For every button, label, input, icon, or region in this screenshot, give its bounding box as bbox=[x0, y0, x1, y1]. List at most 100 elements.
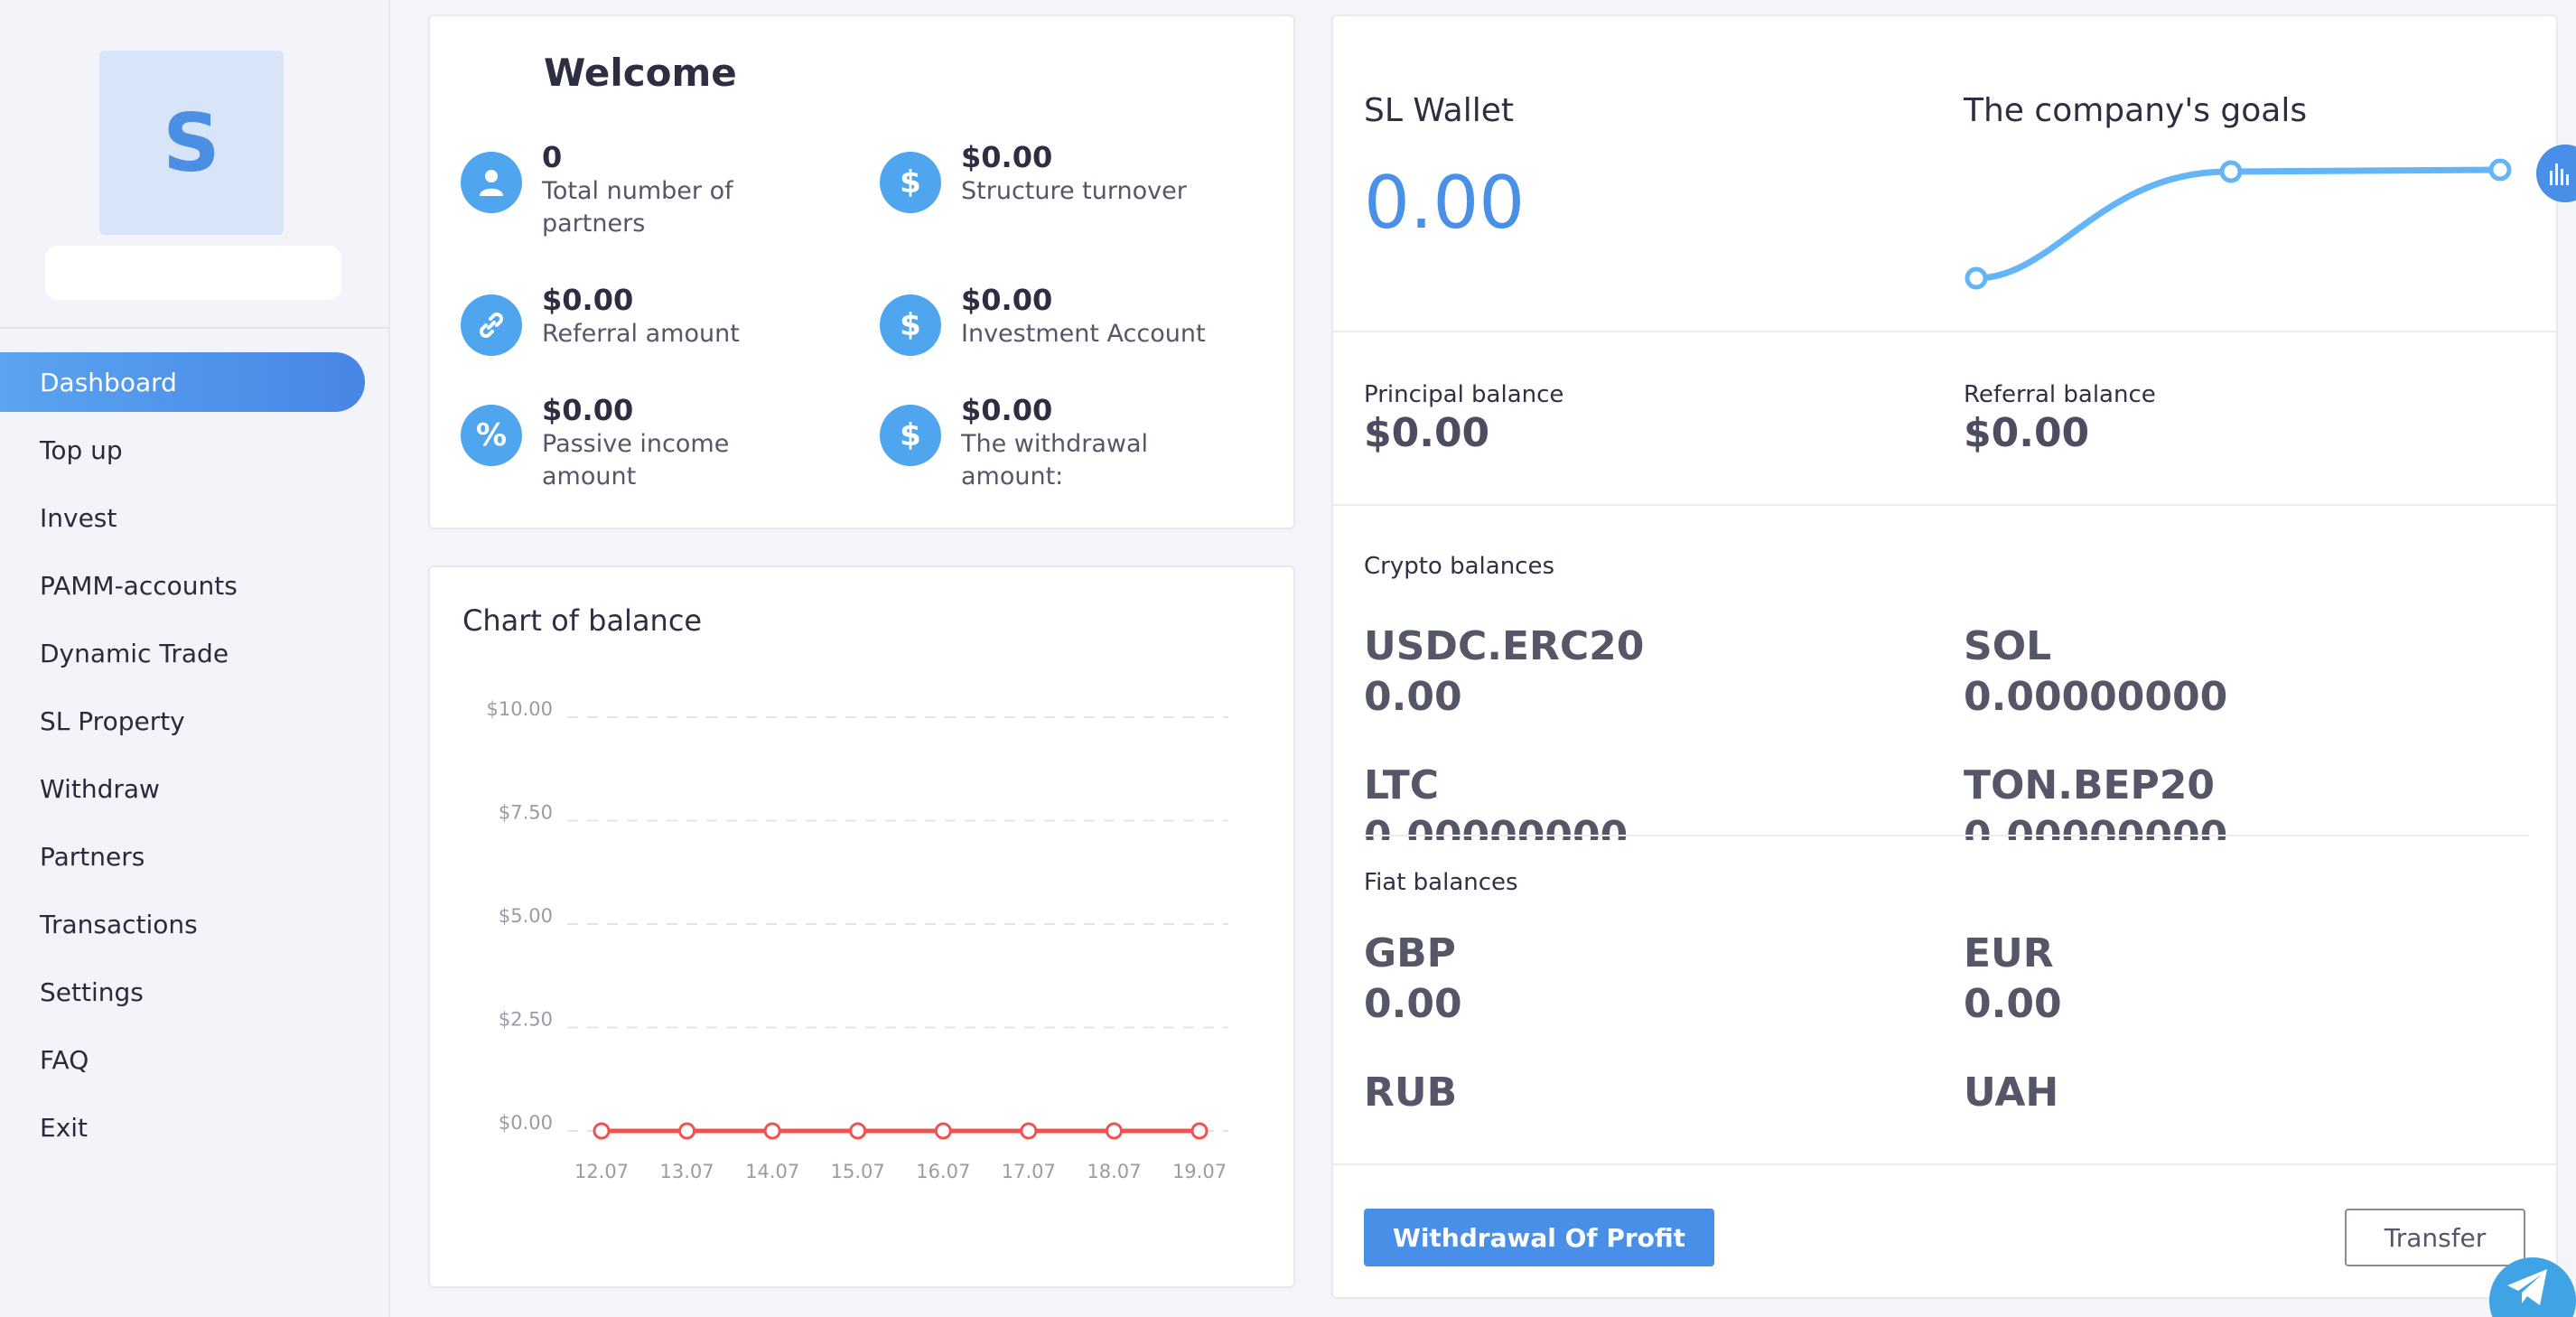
balance-chart: $0.00 $2.50 $5.00 $7.50 $10.00 12.07 13.07 14.0… bbox=[487, 698, 1228, 1182]
y-tick-label: $2.50 bbox=[499, 1009, 553, 1031]
transfer-button[interactable]: Transfer bbox=[2345, 1209, 2525, 1266]
principal-balance-label: Principal balance bbox=[1364, 381, 1564, 408]
sidebar-item-invest[interactable]: Invest bbox=[0, 488, 390, 547]
currency-name: RUB bbox=[1364, 1069, 1458, 1116]
currency-name: EUR bbox=[1964, 930, 2054, 976]
divider bbox=[1333, 331, 2556, 332]
currency-value: 0.00 bbox=[1364, 981, 1462, 1027]
sidebar-item-settings[interactable]: Settings bbox=[0, 962, 390, 1022]
currency-value: 0.00 bbox=[1364, 674, 1462, 720]
goals-line bbox=[1973, 166, 2504, 282]
wallet-title: SL Wallet bbox=[1364, 92, 1514, 129]
stat-label: Investment Account bbox=[961, 320, 1206, 348]
currency-value: 0.00000000 bbox=[1964, 674, 2228, 720]
referral-balance-label: Referral balance bbox=[1964, 381, 2156, 408]
withdrawal-of-profit-button[interactable]: Withdrawal Of Profit bbox=[1364, 1209, 1714, 1266]
stat-total-partners: 0 Total number of partners bbox=[461, 139, 804, 240]
stat-structure-turnover: $ $0.00 Structure turnover bbox=[880, 139, 1223, 213]
dollar-icon: $ bbox=[880, 405, 941, 466]
stat-label: Total number of partners bbox=[542, 177, 733, 238]
dollar-icon: $ bbox=[880, 294, 941, 356]
x-tick-label: 14.07 bbox=[745, 1161, 799, 1182]
goals-chart bbox=[1965, 158, 2512, 290]
sidebar-item-pamm-accounts[interactable]: PAMM-accounts bbox=[0, 556, 390, 615]
wallet-balance: 0.00 bbox=[1364, 161, 1526, 245]
y-tick-label: $5.00 bbox=[499, 905, 553, 927]
sidebar-item-top-up[interactable]: Top up bbox=[0, 420, 390, 480]
sidebar-item-withdraw[interactable]: Withdraw bbox=[0, 759, 390, 818]
percent-icon: % bbox=[461, 405, 522, 466]
referral-balance-value: $0.00 bbox=[1964, 410, 2090, 456]
sidebar-item-dynamic-trade[interactable]: Dynamic Trade bbox=[0, 623, 390, 683]
data-point bbox=[934, 1122, 952, 1140]
sidebar-item-sl-property[interactable]: SL Property bbox=[0, 691, 390, 751]
x-tick-label: 17.07 bbox=[1002, 1161, 1056, 1182]
currency-name: GBP bbox=[1364, 930, 1456, 976]
data-point bbox=[678, 1122, 696, 1140]
dollar-icon: $ bbox=[880, 152, 941, 213]
data-point bbox=[1190, 1122, 1209, 1140]
stat-withdrawal-amount: $ $0.00 The withdrawal amount: bbox=[880, 392, 1223, 493]
stat-value: $0.00 bbox=[961, 283, 1053, 317]
balance-chart-card: Chart of balance $0.00 $2.50 $5.00 $7.50 $10… bbox=[428, 565, 1295, 1288]
stat-value: $0.00 bbox=[961, 393, 1053, 427]
x-tick-label: 12.07 bbox=[574, 1161, 629, 1182]
stat-value: $0.00 bbox=[961, 140, 1053, 174]
sidebar-item-faq[interactable]: FAQ bbox=[0, 1030, 390, 1089]
goals-point bbox=[2219, 160, 2243, 183]
goals-title: The company's goals bbox=[1964, 92, 2308, 129]
telegram-icon bbox=[2507, 1269, 2547, 1305]
stat-referral-amount: $0.00 Referral amount bbox=[461, 282, 804, 356]
link-icon bbox=[461, 294, 522, 356]
currency-name: LTC bbox=[1364, 762, 1440, 808]
welcome-title: Welcome bbox=[544, 51, 737, 95]
stat-label: The withdrawal amount: bbox=[961, 430, 1148, 490]
crypto-balances-list[interactable]: USDC.ERC20 0.00 SOL 0.00000000 LTC 0.000… bbox=[1333, 603, 2556, 840]
currency-value: 0.00 bbox=[1964, 981, 2062, 1027]
sidebar-nav: Dashboard Top up Invest PAMM-accounts Dy… bbox=[0, 352, 390, 1165]
currency-name: SOL bbox=[1964, 623, 2052, 669]
user-icon bbox=[461, 152, 522, 213]
y-tick-label: $0.00 bbox=[499, 1112, 553, 1134]
bar-chart-icon bbox=[2550, 163, 2569, 185]
sidebar-item-exit[interactable]: Exit bbox=[0, 1098, 390, 1157]
y-tick-label: $10.00 bbox=[487, 698, 553, 720]
currency-name: USDC.ERC20 bbox=[1364, 623, 1645, 669]
divider bbox=[1333, 1163, 2556, 1165]
x-tick-label: 13.07 bbox=[660, 1161, 714, 1182]
fiat-balances-title: Fiat balances bbox=[1364, 869, 1518, 896]
wallet-card: SL Wallet 0.00 The company's goals Princ… bbox=[1331, 14, 2558, 1299]
y-tick-label: $7.50 bbox=[499, 802, 553, 824]
data-point bbox=[849, 1122, 867, 1140]
currency-name: TON.BEP20 bbox=[1964, 762, 2216, 808]
username-box bbox=[45, 246, 341, 300]
stat-investment-account: $ $0.00 Investment Account bbox=[880, 282, 1223, 356]
stat-label: Structure turnover bbox=[961, 177, 1187, 205]
stat-label: Referral amount bbox=[542, 320, 740, 348]
currency-name: UAH bbox=[1964, 1069, 2059, 1116]
x-tick-label: 15.07 bbox=[831, 1161, 885, 1182]
data-point bbox=[1105, 1122, 1123, 1140]
goals-point bbox=[1965, 266, 1988, 290]
sidebar-divider bbox=[0, 327, 390, 329]
x-tick-label: 16.07 bbox=[916, 1161, 970, 1182]
divider bbox=[1364, 835, 2529, 836]
stat-value: 0 bbox=[542, 140, 563, 174]
divider bbox=[1333, 504, 2556, 506]
sidebar-item-transactions[interactable]: Transactions bbox=[0, 894, 390, 954]
stat-value: $0.00 bbox=[542, 393, 634, 427]
data-point bbox=[593, 1122, 611, 1140]
stat-passive-income: % $0.00 Passive income amount bbox=[461, 392, 804, 493]
sidebar: S Dashboard Top up Invest PAMM-accounts … bbox=[0, 0, 390, 1317]
stat-value: $0.00 bbox=[542, 283, 634, 317]
x-tick-label: 19.07 bbox=[1172, 1161, 1227, 1182]
data-point bbox=[1020, 1122, 1038, 1140]
avatar[interactable]: S bbox=[99, 51, 284, 235]
stat-label: Passive income amount bbox=[542, 430, 730, 490]
goals-point bbox=[2488, 158, 2512, 182]
x-tick-label: 18.07 bbox=[1087, 1161, 1141, 1182]
welcome-card: Welcome 0 Total number of partners $ $0.… bbox=[428, 14, 1295, 529]
sidebar-item-partners[interactable]: Partners bbox=[0, 827, 390, 886]
sidebar-item-dashboard[interactable]: Dashboard bbox=[0, 352, 365, 412]
crypto-balances-title: Crypto balances bbox=[1364, 553, 1555, 580]
